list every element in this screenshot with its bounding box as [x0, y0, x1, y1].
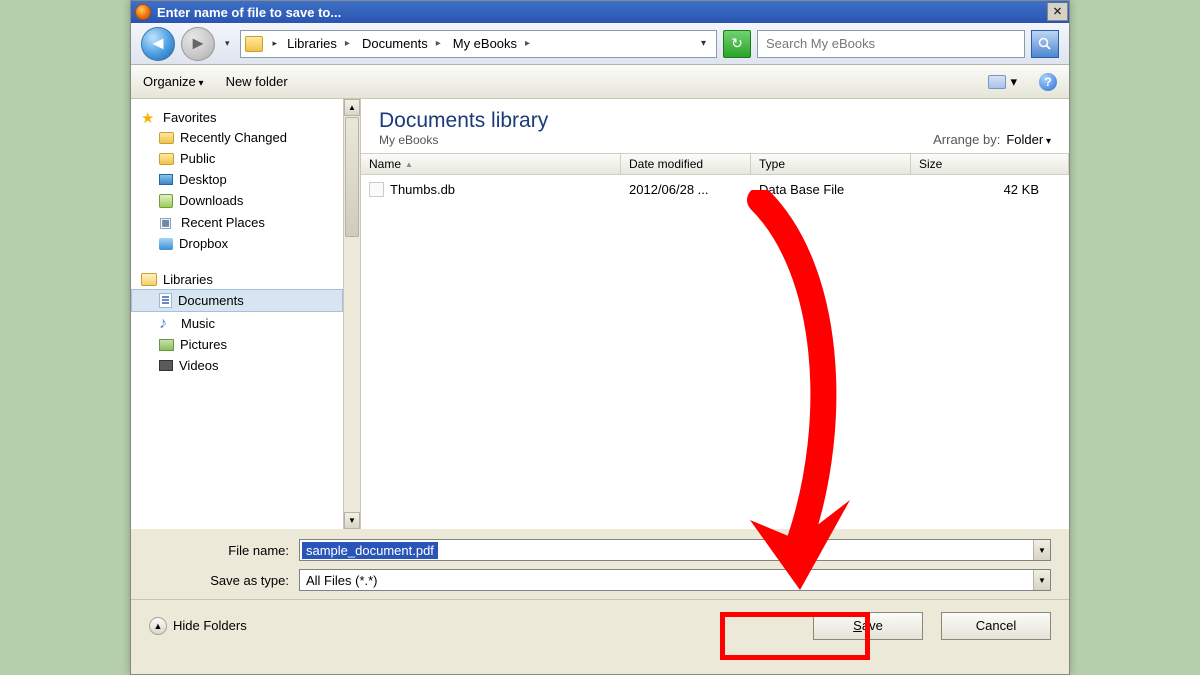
sidebar-item-music[interactable]: ♪Music — [131, 312, 343, 334]
breadcrumb-my-ebooks[interactable]: My eBooks — [447, 36, 536, 51]
scroll-up-button[interactable]: ▲ — [344, 99, 360, 116]
folder-icon — [245, 36, 263, 52]
file-icon — [369, 182, 384, 197]
toolbar: Organize New folder ▾ ? — [131, 65, 1069, 99]
sort-asc-icon: ▲ — [405, 160, 413, 169]
save-dialog: Enter name of file to save to... ✕ ◄ ► ▾… — [130, 0, 1070, 675]
refresh-button[interactable]: ↻ — [723, 30, 751, 58]
save-type-label: Save as type: — [149, 573, 299, 588]
arrange-by-label: Arrange by: — [933, 132, 1000, 147]
annotation-highlight — [720, 612, 870, 660]
sidebar-scrollbar[interactable]: ▲ ▼ — [343, 99, 360, 529]
folder-icon — [159, 132, 174, 144]
hide-folders-button[interactable]: ▲ Hide Folders — [149, 617, 247, 635]
music-icon: ♪ — [159, 315, 175, 331]
column-date[interactable]: Date modified — [621, 154, 751, 174]
star-icon: ★ — [141, 109, 157, 125]
close-button[interactable]: ✕ — [1047, 3, 1068, 21]
sidebar-item-videos[interactable]: Videos — [131, 355, 343, 376]
dropbox-icon — [159, 238, 173, 250]
save-type-dropdown[interactable]: ▼ — [1033, 570, 1050, 590]
firefox-icon — [135, 4, 151, 20]
nav-history-dropdown[interactable]: ▾ — [221, 38, 234, 49]
view-menu[interactable]: ▾ — [988, 74, 1017, 90]
column-type[interactable]: Type — [751, 154, 911, 174]
file-list: Thumbs.db 2012/06/28 ... Data Base File … — [361, 175, 1069, 529]
sidebar-item-public[interactable]: Public — [131, 148, 343, 169]
sidebar-item-documents[interactable]: Documents — [131, 289, 343, 312]
column-headers: Name▲ Date modified Type Size — [361, 153, 1069, 175]
folder-icon — [159, 153, 174, 165]
column-name[interactable]: Name▲ — [361, 154, 621, 174]
file-name-label: File name: — [149, 543, 299, 558]
file-name-input[interactable]: sample_document.pdf ▼ — [299, 539, 1051, 561]
arrange-by-dropdown[interactable]: Folder — [1006, 132, 1051, 147]
sidebar-item-dropbox[interactable]: Dropbox — [131, 233, 343, 254]
pictures-icon — [159, 339, 174, 351]
footer: ▲ Hide Folders Save Cancel — [131, 599, 1069, 651]
nav-back-button[interactable]: ◄ — [141, 27, 175, 61]
sidebar-item-pictures[interactable]: Pictures — [131, 334, 343, 355]
sidebar-libraries-header[interactable]: Libraries — [131, 270, 343, 289]
nav-forward-button[interactable]: ► — [181, 27, 215, 61]
help-button[interactable]: ? — [1039, 73, 1057, 91]
library-subtitle: My eBooks — [379, 133, 548, 147]
downloads-icon — [159, 194, 173, 208]
search-input[interactable]: Search My eBooks — [757, 30, 1025, 58]
breadcrumb-documents[interactable]: Documents — [356, 36, 447, 51]
sidebar-item-recent[interactable]: Recently Changed — [131, 127, 343, 148]
scroll-down-button[interactable]: ▼ — [344, 512, 360, 529]
form-area: File name: sample_document.pdf ▼ Save as… — [131, 529, 1069, 591]
window-title: Enter name of file to save to... — [157, 5, 1047, 20]
organize-menu[interactable]: Organize — [143, 74, 204, 89]
search-button[interactable] — [1031, 30, 1059, 58]
breadcrumb-libraries[interactable]: Libraries — [281, 36, 356, 51]
desktop-icon — [159, 174, 173, 185]
view-icon — [988, 75, 1006, 89]
places-icon: ▣ — [159, 214, 175, 230]
sidebar-item-recent-places[interactable]: ▣Recent Places — [131, 211, 343, 233]
new-folder-button[interactable]: New folder — [226, 74, 288, 89]
body-area: ★Favorites Recently Changed Public Deskt… — [131, 99, 1069, 529]
document-icon — [159, 293, 172, 308]
file-row[interactable]: Thumbs.db 2012/06/28 ... Data Base File … — [361, 179, 1069, 200]
libraries-icon — [141, 273, 157, 286]
navbar: ◄ ► ▾ ▸ Libraries Documents My eBooks ▾ … — [131, 23, 1069, 65]
breadcrumb-dropdown[interactable]: ▾ — [701, 38, 706, 49]
file-pane: Documents library My eBooks Arrange by: … — [361, 99, 1069, 529]
file-name-dropdown[interactable]: ▼ — [1033, 540, 1050, 560]
scroll-thumb[interactable] — [345, 117, 359, 237]
titlebar: Enter name of file to save to... ✕ — [131, 1, 1069, 23]
breadcrumb-root-chevron[interactable]: ▸ — [269, 38, 282, 49]
breadcrumb[interactable]: ▸ Libraries Documents My eBooks ▾ — [240, 30, 717, 58]
sidebar-item-desktop[interactable]: Desktop — [131, 169, 343, 190]
save-type-select[interactable]: All Files (*.*) ▼ — [299, 569, 1051, 591]
videos-icon — [159, 360, 173, 371]
library-title: Documents library — [379, 109, 548, 133]
chevron-up-icon: ▲ — [149, 617, 167, 635]
cancel-button[interactable]: Cancel — [941, 612, 1051, 640]
sidebar: ★Favorites Recently Changed Public Deskt… — [131, 99, 343, 529]
column-size[interactable]: Size — [911, 154, 1069, 174]
sidebar-favorites-header[interactable]: ★Favorites — [131, 107, 343, 127]
sidebar-item-downloads[interactable]: Downloads — [131, 190, 343, 211]
